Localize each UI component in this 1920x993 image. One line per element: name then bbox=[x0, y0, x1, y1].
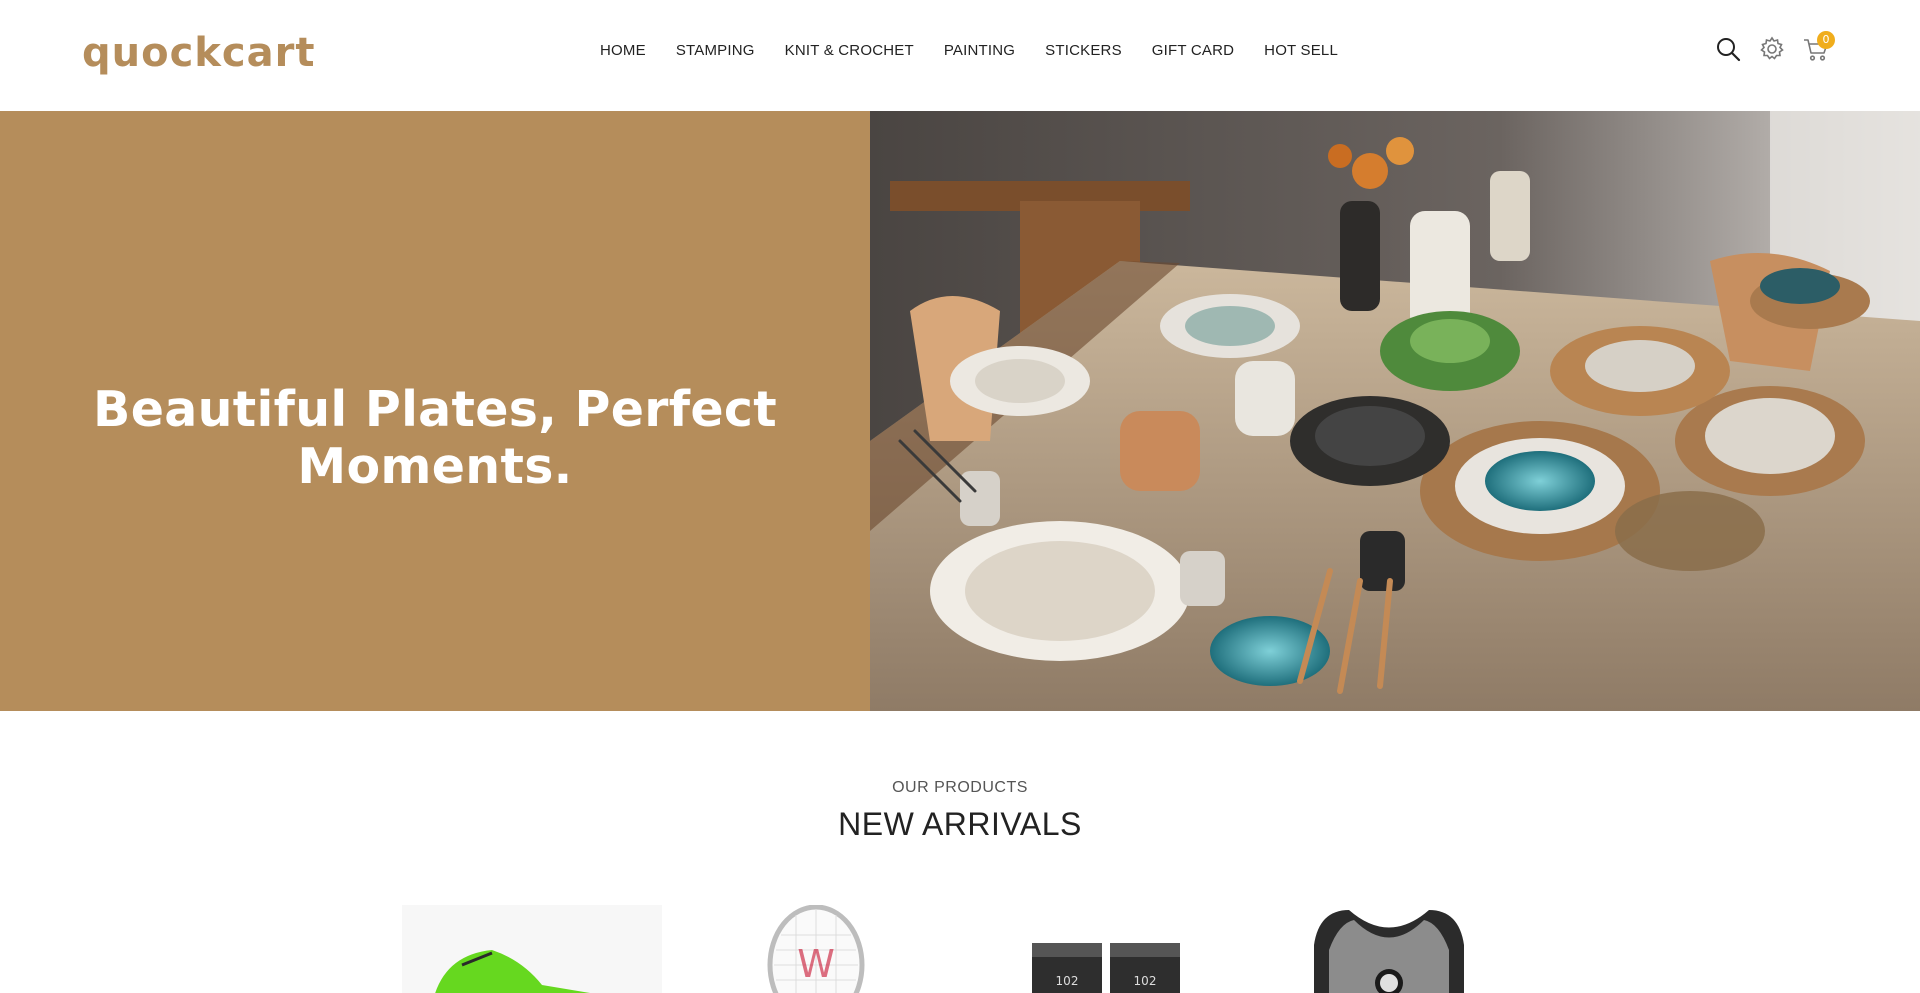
nav-home[interactable]: HOME bbox=[600, 42, 646, 59]
cart-icon[interactable]: 0 bbox=[1802, 31, 1835, 63]
product-card[interactable] bbox=[1259, 905, 1519, 993]
product-grid: W 102 102 bbox=[0, 905, 1920, 993]
hero-image bbox=[870, 111, 1920, 711]
nav-painting[interactable]: PAINTING bbox=[944, 42, 1015, 59]
site-header: quockcart HOME STAMPING KNIT & CROCHET P… bbox=[0, 0, 1920, 111]
raiders-tank-top-image bbox=[1314, 910, 1464, 993]
brand-logo[interactable]: quockcart bbox=[82, 30, 315, 76]
product-card[interactable]: W bbox=[686, 905, 946, 993]
table-setting-photo bbox=[870, 111, 1920, 711]
product-card[interactable]: 102 102 bbox=[970, 905, 1230, 993]
nav-stickers[interactable]: STICKERS bbox=[1045, 42, 1122, 59]
section-title: NEW ARRIVALS bbox=[838, 806, 1082, 842]
hero-text-panel: Beautiful Plates, Perfect Moments. bbox=[0, 111, 870, 711]
svg-text:102: 102 bbox=[1056, 974, 1079, 988]
section-subtitle: OUR PRODUCTS bbox=[892, 779, 1028, 796]
hero-title: Beautiful Plates, Perfect Moments. bbox=[93, 381, 777, 495]
product-card[interactable] bbox=[402, 905, 662, 993]
nav-stamping[interactable]: STAMPING bbox=[676, 42, 755, 59]
nav-hot-sell[interactable]: HOT SELL bbox=[1264, 42, 1338, 59]
nav-gift-card[interactable]: GIFT CARD bbox=[1152, 42, 1234, 59]
svg-text:W: W bbox=[797, 942, 835, 986]
nav-knit-crochet[interactable]: KNIT & CROCHET bbox=[785, 42, 914, 59]
svg-text:102: 102 bbox=[1134, 974, 1157, 988]
tennis-racket-image: W bbox=[767, 905, 865, 993]
black-gloves-image: 102 102 bbox=[1032, 943, 1180, 993]
search-icon[interactable] bbox=[1714, 35, 1742, 63]
hero-banner[interactable]: Beautiful Plates, Perfect Moments. bbox=[0, 111, 1920, 711]
green-sneaker-image bbox=[402, 905, 662, 993]
main-nav: HOME STAMPING KNIT & CROCHET PAINTING ST… bbox=[600, 0, 1368, 100]
gear-icon[interactable] bbox=[1758, 35, 1786, 63]
header-icons: 0 bbox=[1714, 31, 1846, 63]
cart-count-badge: 0 bbox=[1817, 31, 1835, 49]
